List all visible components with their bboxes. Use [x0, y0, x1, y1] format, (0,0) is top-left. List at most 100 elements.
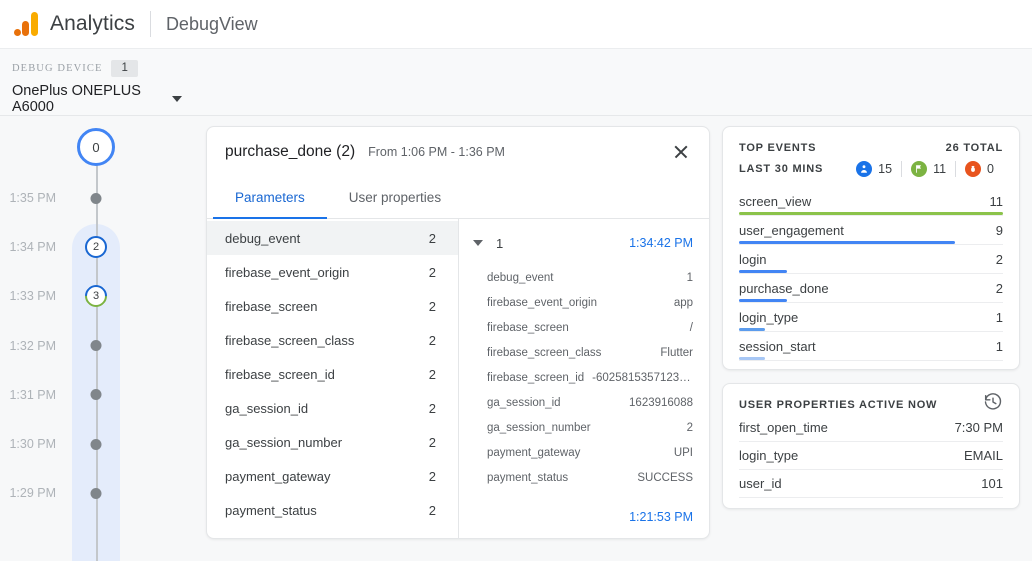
parameter-count: 2	[428, 366, 436, 382]
detail-param-value: 2	[686, 421, 693, 434]
header-divider	[149, 11, 151, 37]
user-property-row[interactable]: login_type EMAIL	[739, 442, 1003, 470]
summary-metric[interactable]: 15	[847, 161, 901, 177]
summary-metric-value: 11	[933, 162, 947, 176]
parameter-name: debug_event	[225, 230, 301, 246]
timeline-marker[interactable]	[90, 438, 102, 450]
timeline-current-node[interactable]: 0	[77, 128, 115, 166]
debug-device-count-badge: 1	[111, 59, 138, 77]
parameter-name: ga_session_id	[225, 400, 309, 416]
summary-metric[interactable]: 0	[955, 161, 1003, 177]
timeline-row: 1:30 PM	[0, 432, 192, 456]
top-event-row[interactable]: purchase_done 2	[739, 274, 1003, 303]
event-timeline: 0 1:35 PM 1:34 PM 2 1:33 PM 3 1:32 PM 1:31 PM 1…	[0, 116, 192, 561]
top-event-row[interactable]: user_engagement 9	[739, 216, 1003, 245]
analytics-logo-icon	[14, 12, 40, 36]
top-events-list: screen_view 11 user_engagement 9 login 2 purch…	[723, 181, 1019, 369]
timeline-dot-icon	[90, 389, 102, 401]
top-event-count: 1	[995, 339, 1003, 354]
user-property-value: 7:30 PM	[954, 420, 1003, 435]
top-events-total: 26 TOTAL	[945, 142, 1003, 154]
parameter-detail-pane: 1 1:34:42 PM debug_event 1 firebase_event_…	[459, 219, 709, 538]
event-card-tabs: Parameters User properties	[207, 177, 709, 219]
parameter-row[interactable]: debug_event 2	[207, 221, 458, 255]
detail-param-value: Flutter	[660, 346, 693, 359]
timeline-marker[interactable]	[90, 192, 102, 204]
parameter-count: 2	[428, 468, 436, 484]
top-event-row[interactable]: screen_view 11	[739, 187, 1003, 216]
parameter-row[interactable]: firebase_screen_class 2	[207, 323, 458, 357]
top-event-row[interactable]: session_start 1	[739, 332, 1003, 361]
timeline-marker[interactable]	[90, 389, 102, 401]
detail-param-name: ga_session_id	[487, 396, 561, 409]
parameter-list: debug_event 2 firebase_event_origin 2 fireba…	[207, 219, 459, 538]
parameter-row[interactable]: payment_gateway 2	[207, 459, 458, 493]
top-event-name: purchase_done	[739, 281, 829, 296]
detail-footer-timestamp[interactable]: 1:21:53 PM	[629, 510, 693, 524]
top-event-row[interactable]: login_type 1	[739, 303, 1003, 332]
parameter-count: 2	[428, 298, 436, 314]
event-name: purchase_done (2)	[225, 143, 356, 160]
history-icon[interactable]	[983, 392, 1003, 412]
top-event-name: login	[739, 252, 767, 267]
parameter-row[interactable]: firebase_screen 2	[207, 289, 458, 323]
detail-row: debug_event 1	[473, 265, 693, 290]
detail-row: ga_session_id 1623916088	[473, 390, 693, 415]
timeline-marker[interactable]: 3	[80, 280, 112, 312]
tab-user-properties[interactable]: User properties	[327, 177, 463, 219]
bug-icon	[965, 161, 982, 177]
parameter-count: 2	[428, 502, 436, 518]
detail-param-value: 1	[686, 271, 693, 284]
user-properties-title: USER PROPERTIES ACTIVE NOW	[739, 399, 938, 411]
parameter-name: firebase_screen	[225, 298, 318, 314]
timeline-dot-icon	[90, 487, 102, 499]
user-properties-header: USER PROPERTIES ACTIVE NOW	[723, 384, 1019, 412]
close-icon[interactable]	[669, 140, 693, 164]
detail-index: 1	[496, 235, 504, 251]
timeline-row: 1:32 PM	[0, 334, 192, 358]
timeline-dot-icon	[90, 438, 102, 450]
debug-device-label: DEBUG DEVICE	[12, 62, 103, 74]
timeline-count-badge: 3	[80, 280, 112, 312]
app-header: Analytics DebugView	[0, 0, 1032, 48]
top-event-bar-track	[739, 328, 1003, 331]
timeline-count-value: 2	[92, 241, 100, 254]
parameter-row[interactable]: payment_status 2	[207, 493, 458, 527]
summary-metric-value: 0	[987, 162, 994, 176]
debug-device-header: DEBUG DEVICE 1	[12, 59, 1020, 77]
summary-metrics: 15 11 0	[847, 161, 1003, 177]
event-detail-column: purchase_done (2) From 1:06 PM - 1:36 PM…	[192, 116, 722, 561]
parameter-row[interactable]: firebase_event_origin 2	[207, 255, 458, 289]
tab-parameters[interactable]: Parameters	[213, 177, 327, 219]
page-title: DebugView	[165, 13, 258, 34]
detail-param-value: -6025815357123331…	[592, 371, 693, 384]
parameter-name: firebase_event_origin	[225, 264, 350, 280]
timeline-row: 1:34 PM 2	[0, 235, 192, 259]
user-properties-panel: USER PROPERTIES ACTIVE NOW first_open_ti…	[722, 383, 1020, 509]
parameter-row[interactable]: firebase_screen_id 2	[207, 357, 458, 391]
timeline-time-label: 1:29 PM	[9, 486, 56, 501]
top-event-count: 9	[995, 223, 1003, 238]
summary-metric[interactable]: 11	[901, 161, 955, 177]
top-event-bar-fill	[739, 212, 1003, 215]
timeline-row: 1:29 PM	[0, 481, 192, 505]
top-events-header: TOP EVENTS 26 TOTAL	[723, 127, 1019, 155]
triangle-down-icon[interactable]	[473, 240, 483, 246]
top-event-name: session_start	[739, 339, 816, 354]
timeline-dot-icon	[90, 340, 102, 352]
parameter-row[interactable]: ga_session_number 2	[207, 425, 458, 459]
detail-param-name: debug_event	[487, 271, 554, 284]
parameter-row[interactable]: ga_session_id 2	[207, 391, 458, 425]
timeline-marker[interactable]	[90, 340, 102, 352]
timeline-marker[interactable]	[90, 487, 102, 499]
user-property-row[interactable]: user_id 101	[739, 470, 1003, 498]
user-property-row[interactable]: first_open_time 7:30 PM	[739, 414, 1003, 442]
detail-timestamp[interactable]: 1:34:42 PM	[629, 236, 693, 250]
timeline-marker[interactable]: 2	[85, 236, 107, 259]
conversion-icon	[911, 161, 928, 177]
top-event-row[interactable]: login 2	[739, 245, 1003, 274]
debug-device-selected-value: OnePlus ONEPLUS A6000	[12, 83, 141, 115]
detail-param-value: UPI	[673, 446, 693, 459]
user-property-name: login_type	[739, 448, 799, 463]
detail-row: payment_gateway UPI	[473, 440, 693, 465]
